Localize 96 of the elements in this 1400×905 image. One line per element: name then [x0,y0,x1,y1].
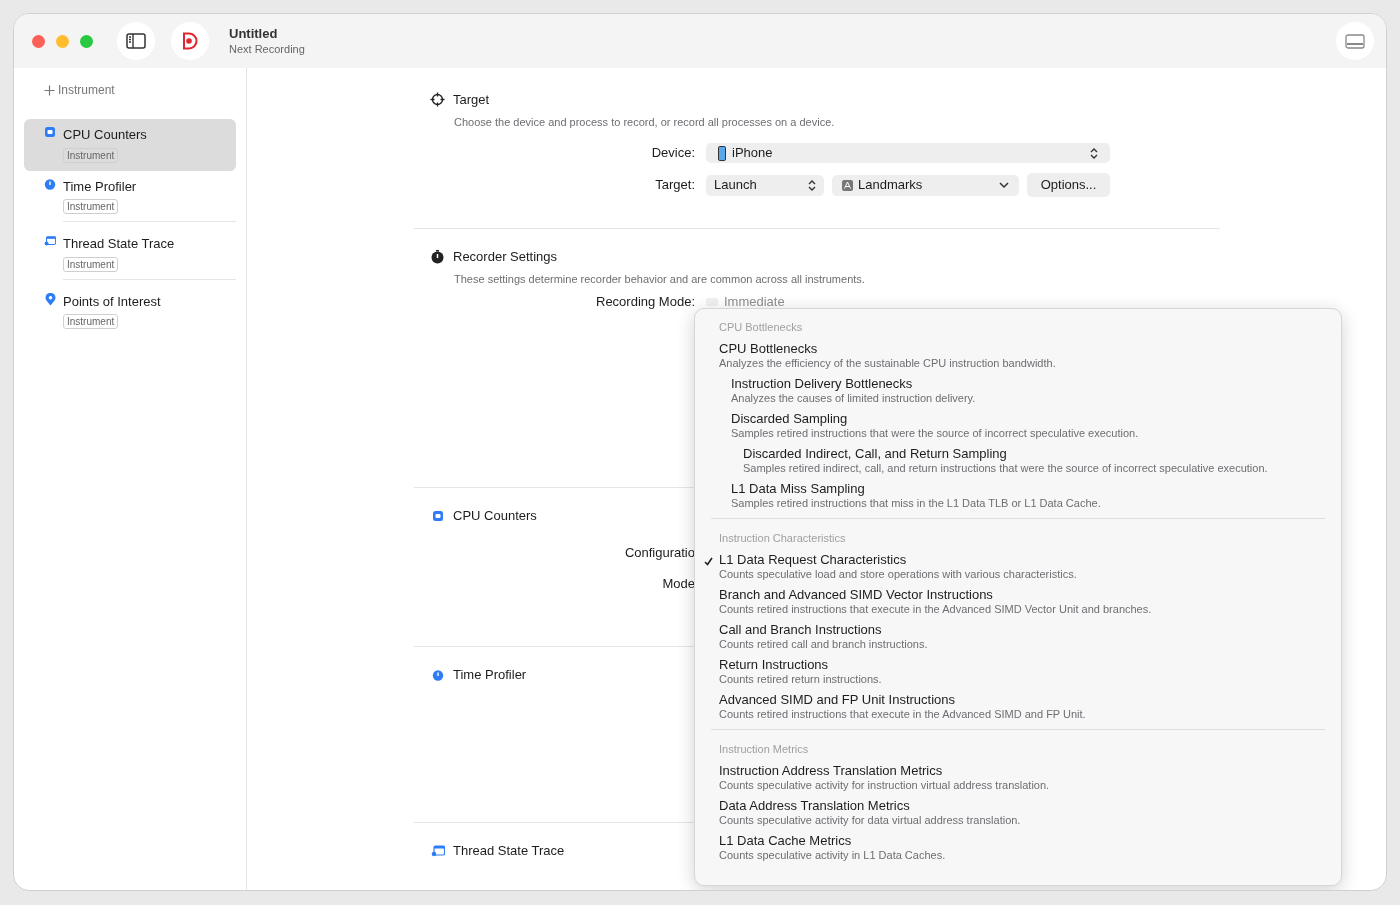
crosshair-icon [430,92,445,108]
record-icon [182,32,198,50]
calendar-icon [430,844,445,857]
instrument-name: Thread State Trace [63,235,176,253]
field-label: Configuratio [624,543,695,562]
plus-icon [44,84,55,96]
menu-row[interactable]: Instruction Delivery Bottlenecks Analyzes the causes of limited instruction delivery. [697,373,1325,408]
app-select[interactable]: Landmarks [832,174,1019,196]
sidebar-item[interactable]: Points of Interest Instrument [24,285,236,337]
instrument-tag: Instrument [63,147,119,163]
menu-row[interactable]: Discarded Indirect, Call, and Return Sampling Samples retired indirect, call, and return instructions that were the source of incorrect speculative execution. [697,443,1325,478]
menu-item: L1 Data Request Characteristics [719,552,907,567]
menu-item-description: Counts speculative activity in L1 Data Caches. [719,848,946,862]
menu-row[interactable]: Instruction Address Translation Metrics Counts speculative activity for instruction virtual address translation. [697,760,1325,795]
panel-toggle-button[interactable] [1336,22,1374,60]
menu-item-description: Analyzes the causes of limited instruction delivery. [731,391,976,405]
calendar-icon [44,235,56,247]
menu-item-description: Analyzes the efficiency of the sustainable CPU instruction bandwidth. [719,356,1056,370]
field-label: Mode [662,575,695,593]
menu-item-description: Samples retired indirect, call, and return instructions that were the source of incorrect speculative execution. [743,461,1268,475]
record-button[interactable] [171,22,209,60]
menu-item-description: Samples retired instructions that were the source of incorrect speculative execution. [731,426,1139,440]
menu-row[interactable]: L1 Data Cache Metrics Counts speculative activity in L1 Data Caches. [697,830,1325,865]
chip-icon [44,126,56,138]
field-label: Device: [651,144,695,163]
menu-item: Discarded Sampling [731,411,848,426]
instrument-name: Time Profiler [63,177,138,196]
menu-item-description: Samples retired instructions that miss in the L1 Data TLB or L1 Data Cache. [731,496,1101,510]
field-label: Recording Mode: [596,293,695,311]
options-button[interactable]: Options... [1027,173,1110,197]
instrument-name: Points of Interest [63,292,162,311]
instrument-tag: Instrument [63,199,119,214]
menu-item: Instruction Address Translation Metrics [719,763,943,778]
phone-icon [718,145,726,161]
stopwatch-icon [431,668,444,681]
instrument-tag: Instrument [63,314,119,329]
pin-icon [44,292,56,306]
stepper-icon [1090,147,1098,159]
instrument-name: CPU Counters [63,126,148,144]
field-label: Target: [655,176,695,195]
menu-item-description: Counts retired return instructions. [719,672,882,686]
menu-row[interactable]: Advanced SIMD and FP Unit Instructions Counts retired instructions that execute in the Advanced SIMD and FP Unit. [697,689,1325,724]
menu-item: Return Instructions [719,657,829,672]
sidebar-icon [126,33,146,49]
section-title: Recorder Settings [453,248,558,266]
bottom-panel-icon [1345,33,1365,49]
stopwatch-icon [44,177,56,190]
menu-item-description: Counts speculative load and store operations with various characteristics. [719,567,1077,581]
sidebar-item[interactable]: CPU Counters Instrument [24,119,236,171]
section-description: These settings determine recorder behavior and are common across all instruments. [454,271,866,287]
close-button[interactable] [32,34,45,48]
menu-item: CPU Bottlenecks [719,341,818,356]
menu-group-header: CPU Bottlenecks [718,320,804,334]
window-subtitle: Next Recording [229,42,305,56]
stepper-icon [808,179,816,191]
menu-row[interactable]: CPU Bottlenecks Analyzes the efficiency of the sustainable CPU instruction bandwidth. [697,338,1325,373]
menu-row[interactable]: L1 Data Request Characteristics Counts speculative load and store operations with various characteristics. [697,549,1325,584]
window-title: Untitled [229,26,279,42]
menu-item-description: Counts retired call and branch instructions. [719,637,928,651]
sidebar-item[interactable]: Time Profiler Instrument [24,170,236,228]
menu-item: Discarded Indirect, Call, and Return Sampling [743,446,1007,461]
menu-item: Advanced SIMD and FP Unit Instructions [719,692,956,707]
menu-row[interactable]: Data Address Translation Metrics Counts speculative activity for data virtual address translation. [697,795,1325,830]
menu-item-description: Counts retired instructions that execute in the Advanced SIMD and FP Unit. [719,707,1086,721]
menu-item: L1 Data Cache Metrics [719,833,852,848]
chip-icon [431,509,444,522]
menu-item: Branch and Advanced SIMD Vector Instructions [719,587,993,602]
menu-item-description: Counts retired instructions that execute in the Advanced SIMD Vector Unit and branches. [719,602,1152,616]
section-title: CPU Counters [453,507,537,525]
menu-item: Call and Branch Instructions [719,622,882,637]
menu-item-description: Counts speculative activity for data virtual address translation. [719,813,1021,827]
menu-row[interactable]: Call and Branch Instructions Counts retired call and branch instructions. [697,619,1325,654]
menu-item-description: Counts speculative activity for instruction virtual address translation. [719,778,1050,792]
add-instrument-button[interactable]: Instrument [44,81,115,99]
menu-group-header: Instruction Characteristics [718,531,847,545]
section-title: Time Profiler [453,666,527,684]
zoom-button[interactable] [80,34,93,48]
instrument-tag: Instrument [63,256,119,272]
section-description: Choose the device and process to record, or record all processes on a device. [454,114,836,130]
menu-item: Data Address Translation Metrics [719,798,910,813]
section-title: Thread State Trace [453,842,565,860]
menu-row[interactable]: Discarded Sampling Samples retired instructions that were the source of incorrect speculative execution. [697,408,1325,443]
menu-group-header: Instruction Metrics [718,742,810,756]
menu-row[interactable]: L1 Data Miss Sampling Samples retired instructions that miss in the L1 Data TLB or L1 Data Cache. [697,478,1325,513]
app-icon [842,179,853,191]
launch-select[interactable]: Launch [706,174,824,196]
sidebar-toggle-button[interactable] [117,22,155,60]
sidebar-item[interactable]: Thread State Trace Instrument [24,228,236,286]
menu-row[interactable]: Return Instructions Counts retired return instructions. [697,654,1325,689]
menu-item: Instruction Delivery Bottlenecks [731,376,913,391]
device-select[interactable]: iPhone [706,143,1110,163]
menu-item: L1 Data Miss Sampling [731,481,865,496]
menu-row[interactable]: Branch and Advanced SIMD Vector Instructions Counts retired instructions that execute in the Advanced SIMD Vector Unit and branches. [697,584,1325,619]
chevron-down-icon [999,181,1009,189]
section-title: Target [453,91,490,109]
stopwatch-icon [431,249,444,264]
